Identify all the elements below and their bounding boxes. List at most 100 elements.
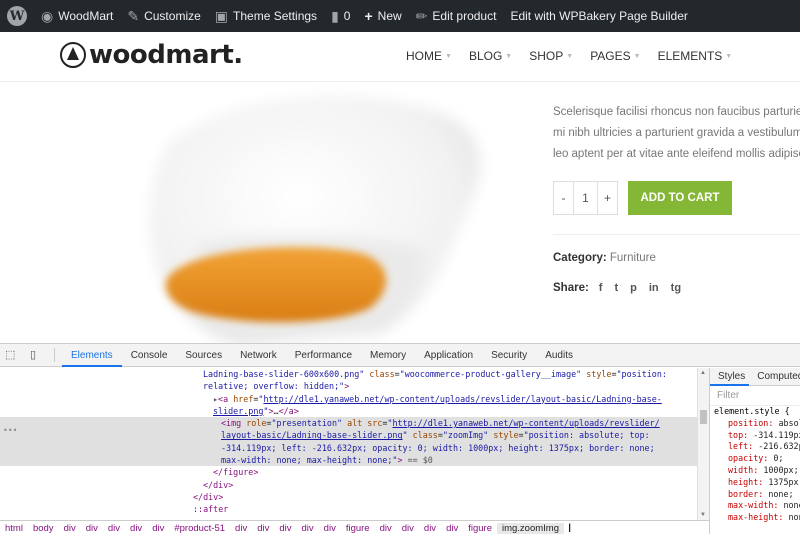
nav-home[interactable]: HOME ▼ (406, 49, 452, 63)
quantity-plus-button[interactable]: + (598, 182, 617, 214)
nav-shop[interactable]: SHOP ▼ (529, 49, 573, 63)
dom-line[interactable]: </figure> (0, 466, 709, 478)
breadcrumb-item[interactable]: figure (463, 523, 497, 534)
style-declaration[interactable]: width: 1000px; (714, 465, 800, 477)
site-logo[interactable]: woodmart. (60, 40, 243, 70)
quantity-input[interactable]: 1 (573, 182, 598, 214)
logo-text: woodmart. (89, 40, 243, 70)
dom-tree-scrollbar[interactable]: ▲ ▼ (697, 368, 709, 520)
style-value: 1375px; (768, 476, 800, 487)
breadcrumb-item[interactable]: figure (341, 523, 375, 534)
product-gallery-image[interactable] (0, 83, 540, 343)
style-declaration[interactable]: top: -314.119px; (714, 430, 800, 442)
style-value: none; (788, 512, 800, 523)
tab-console[interactable]: Console (122, 344, 177, 367)
admin-bar-wpbakery[interactable]: Edit with WPBakery Page Builder (503, 0, 694, 32)
new-label: New (377, 9, 402, 23)
breadcrumb-item[interactable]: div (375, 523, 397, 534)
dom-tree[interactable]: Ladning-base-slider-600x600.png" class="… (0, 368, 709, 520)
inspect-element-icon[interactable]: ⬚ (5, 349, 19, 361)
tab-styles[interactable]: Styles (710, 368, 750, 386)
share-label: Share: (553, 282, 589, 294)
style-declaration[interactable]: position: absolute; (714, 418, 800, 430)
dom-line-selected[interactable]: <img role="presentation" alt src="http:/… (0, 417, 709, 430)
nav-blog[interactable]: BLOG ▼ (469, 49, 512, 63)
style-declaration[interactable]: height: 1375px; (714, 477, 800, 489)
style-value: absolute; (778, 417, 800, 428)
dom-line[interactable]: relative; overflow: hidden;"> (0, 380, 709, 392)
site-header: woodmart. HOME ▼ BLOG ▼ SHOP ▼ PAGES ▼ ELEME… (0, 32, 800, 82)
add-to-cart-button[interactable]: ADD TO CART (628, 181, 732, 215)
breadcrumb-item[interactable]: div (297, 523, 319, 534)
breadcrumb-item[interactable]: div (441, 523, 463, 534)
breadcrumb-item[interactable]: html (0, 523, 28, 534)
category-link[interactable]: Furniture (610, 252, 656, 264)
more-actions-icon[interactable]: ••• (3, 425, 17, 437)
wp-logo-menu[interactable]: W (0, 0, 34, 32)
breadcrumb-item[interactable]: div (319, 523, 341, 534)
breadcrumb-item[interactable]: div (125, 523, 147, 534)
nav-elements[interactable]: ELEMENTS ▼ (658, 49, 733, 63)
facebook-icon[interactable]: f (599, 282, 603, 294)
twitter-icon[interactable]: t (614, 282, 618, 294)
style-declaration[interactable]: max-height: none; (714, 512, 800, 524)
breadcrumb-item[interactable]: div (230, 523, 252, 534)
dom-line[interactable]: ::after (0, 503, 709, 515)
plus-icon: + (364, 8, 373, 24)
quantity-minus-button[interactable]: - (554, 182, 573, 214)
admin-bar-theme-settings[interactable]: ▣ Theme Settings (208, 0, 324, 32)
style-value: none; (768, 488, 794, 499)
dom-line[interactable]: slider.png">…</a> (0, 405, 709, 417)
tab-network[interactable]: Network (231, 344, 286, 367)
admin-bar-site-name[interactable]: ◉ WoodMart (34, 0, 120, 32)
tab-computed[interactable]: Computed (749, 368, 800, 386)
breadcrumb-item-current[interactable]: img.zoomImg (496, 522, 564, 534)
element-style-rule[interactable]: element.style { position: absolute; top:… (710, 406, 800, 524)
device-toolbar-icon[interactable]: ▯ (30, 349, 44, 361)
style-declaration[interactable]: max-width: none; (714, 500, 800, 512)
scroll-up-icon[interactable]: ▲ (700, 370, 706, 376)
nav-label: SHOP (529, 49, 564, 63)
breadcrumb-item[interactable]: div (274, 523, 296, 534)
breadcrumb-item[interactable]: div (252, 523, 274, 534)
telegram-icon[interactable]: tg (671, 282, 681, 294)
dom-line[interactable]: ▸<a href="http://dle1.yanaweb.net/wp-con… (0, 393, 709, 405)
scrollbar-thumb[interactable] (700, 410, 707, 424)
tab-sources[interactable]: Sources (176, 344, 231, 367)
breadcrumb-item[interactable]: div (397, 523, 419, 534)
style-declaration[interactable]: border: none; (714, 489, 800, 501)
dom-line[interactable]: </div> (0, 479, 709, 491)
tab-audits[interactable]: Audits (536, 344, 582, 367)
admin-bar-new[interactable]: + New (357, 0, 408, 32)
breadcrumb-item[interactable]: div (147, 523, 169, 534)
scroll-down-icon[interactable]: ▼ (700, 512, 706, 518)
dom-line[interactable]: </div> (0, 491, 709, 503)
dom-line-selected[interactable]: layout-basic/Ladning-base-slider.png" cl… (0, 429, 709, 442)
tab-performance[interactable]: Performance (286, 344, 361, 367)
dom-line-selected[interactable]: max-width: none; max-height: none;"> == … (0, 454, 709, 467)
style-declaration[interactable]: left: -216.632px; (714, 441, 800, 453)
admin-bar-comments[interactable]: ▮ 0 (324, 0, 357, 32)
breadcrumb-item[interactable]: div (103, 523, 125, 534)
breadcrumb-item[interactable]: body (28, 523, 59, 534)
breadcrumb-item[interactable]: div (59, 523, 81, 534)
breadcrumb-item[interactable]: div (81, 523, 103, 534)
divider (553, 234, 800, 235)
breadcrumb-item[interactable]: div (419, 523, 441, 534)
linkedin-icon[interactable]: in (649, 282, 659, 294)
admin-bar-edit-product[interactable]: ✏ Edit product (409, 0, 504, 32)
tab-security[interactable]: Security (482, 344, 536, 367)
pinterest-icon[interactable]: p (630, 282, 637, 294)
style-declaration[interactable]: opacity: 0; (714, 453, 800, 465)
breadcrumb-item[interactable]: #product-51 (169, 523, 230, 534)
nav-label: HOME (406, 49, 442, 63)
tab-elements[interactable]: Elements (62, 344, 122, 367)
styles-filter-input[interactable]: Filter (710, 386, 800, 406)
dom-line[interactable]: Ladning-base-slider-600x600.png" class="… (0, 368, 709, 380)
tab-application[interactable]: Application (415, 344, 482, 367)
dom-line-selected[interactable]: -314.119px; left: -216.632px; opacity: 0… (0, 441, 709, 455)
nav-pages[interactable]: PAGES ▼ (590, 49, 640, 63)
tab-memory[interactable]: Memory (361, 344, 415, 367)
admin-bar-customize[interactable]: ✎ Customize (120, 0, 207, 32)
style-property: position: (728, 417, 774, 428)
